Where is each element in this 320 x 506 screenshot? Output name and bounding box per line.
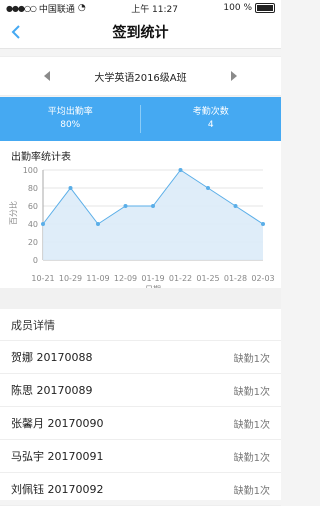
member-row[interactable]: 马弘宇 20170091 缺勤1次: [0, 440, 281, 473]
y-tick-label: 40: [28, 220, 38, 229]
data-point: [123, 204, 128, 208]
member-name: 张馨月 20170090: [11, 417, 104, 430]
attendance-count-value: 4: [207, 120, 214, 130]
summary-stats: 平均出勤率 80% 考勤次数 4: [0, 97, 281, 141]
member-status: 缺勤1次: [233, 419, 270, 431]
section-gap: [0, 288, 281, 310]
battery-label: 100 %: [223, 3, 252, 13]
wifi-icon: ◔: [77, 3, 86, 13]
data-point: [206, 186, 210, 190]
class-name: 大学英语2016级A班: [94, 72, 187, 84]
data-point: [96, 222, 100, 226]
chart-title: 出勤率统计表: [11, 152, 71, 163]
attendance-chart: 0 20 40 60 80 100 10-21 10-29 11-09 12-09 01-19 01-…: [8, 166, 275, 294]
triangle-right-icon[interactable]: [230, 71, 237, 81]
signal-icon: ●●●○○: [6, 3, 37, 13]
y-tick-label: 60: [28, 202, 38, 211]
member-row[interactable]: 刘佩钰 20170092 缺勤1次: [0, 473, 281, 506]
members-section: 成员详情 贺娜 20170088 缺勤1次 陈思 20170089 缺勤1次 张…: [0, 309, 281, 506]
x-tick-label: 01-22: [169, 274, 192, 283]
member-name: 陈思 20170089: [11, 384, 93, 397]
x-tick-label: 01-28: [224, 274, 247, 283]
data-point: [68, 186, 73, 190]
page-title: 签到统计: [112, 25, 169, 41]
status-bar: ●●●○○ 中国联通 ◔ 上午 11:27 100 %: [0, 0, 281, 16]
member-status: 缺勤1次: [233, 452, 270, 464]
member-name: 刘佩钰 20170092: [11, 483, 104, 496]
x-tick-label: 01-19: [141, 274, 164, 283]
members-title: 成员详情: [0, 309, 281, 341]
member-status: 缺勤1次: [233, 386, 270, 398]
member-status: 缺勤1次: [233, 485, 270, 497]
navigation-bar: 签到统计: [0, 16, 281, 49]
x-tick-label: 11-09: [86, 274, 109, 283]
data-point: [178, 168, 183, 172]
x-axis-label: 日期: [145, 285, 161, 288]
attendance-area: [43, 170, 263, 260]
x-tick-label: 12-09: [114, 274, 137, 283]
battery-icon: [255, 3, 275, 13]
x-tick-label: 02-03: [251, 274, 274, 283]
chevron-left-icon: [11, 25, 20, 39]
data-point: [233, 204, 238, 208]
attendance-chart-card: 出勤率统计表 0 20 40 60 80 100 10-21 10-29 11-09 12-09 0…: [0, 141, 281, 294]
status-time: 上午 11:27: [131, 4, 178, 15]
data-point: [151, 204, 155, 208]
y-tick-label: 80: [28, 184, 38, 193]
data-point: [261, 222, 265, 226]
average-attendance-value: 80%: [60, 120, 81, 130]
average-attendance-stat: 平均出勤率 80%: [0, 97, 141, 141]
data-point: [41, 222, 45, 226]
member-row[interactable]: 贺娜 20170088 缺勤1次: [0, 341, 281, 374]
triangle-left-icon[interactable]: [44, 71, 50, 81]
member-row[interactable]: 陈思 20170089 缺勤1次: [0, 374, 281, 407]
attendance-count-stat: 考勤次数 4: [141, 97, 282, 141]
y-axis-label: 百分比: [8, 201, 18, 225]
stats-divider: [140, 105, 141, 133]
x-tick-label: 01-25: [196, 274, 219, 283]
member-status: 缺勤1次: [233, 353, 270, 365]
y-tick-label: 0: [33, 256, 38, 265]
y-tick-label: 100: [23, 166, 38, 175]
member-row[interactable]: 张馨月 20170090 缺勤1次: [0, 407, 281, 440]
class-switcher: 大学英语2016级A班: [0, 56, 281, 96]
member-name: 马弘宇 20170091: [11, 450, 104, 463]
carrier-label: 中国联通: [38, 4, 75, 15]
status-right: 100 %: [223, 3, 275, 13]
x-tick-label: 10-21: [31, 274, 54, 283]
status-left: ●●●○○ 中国联通 ◔: [6, 2, 86, 15]
back-button[interactable]: [8, 23, 24, 41]
y-tick-label: 20: [28, 238, 38, 247]
average-attendance-label: 平均出勤率: [47, 107, 93, 117]
attendance-count-label: 考勤次数: [192, 107, 229, 117]
member-name: 贺娜 20170088: [11, 351, 93, 364]
x-tick-label: 10-29: [59, 274, 82, 283]
